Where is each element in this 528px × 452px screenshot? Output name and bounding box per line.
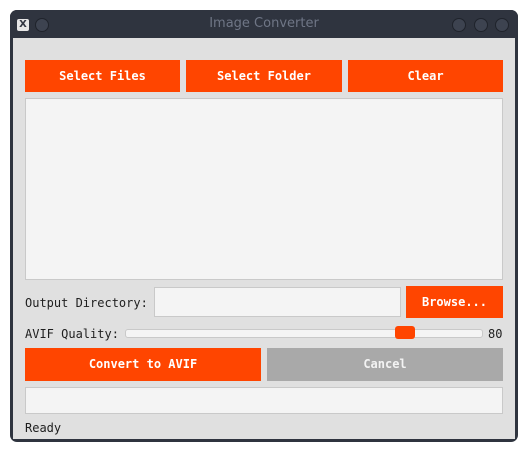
select-files-button[interactable]: Select Files bbox=[25, 60, 180, 92]
maximize-button[interactable] bbox=[474, 18, 488, 32]
output-directory-label: Output Directory: bbox=[25, 296, 148, 310]
quality-slider-handle[interactable] bbox=[395, 326, 416, 339]
cancel-button[interactable]: Cancel bbox=[267, 348, 503, 381]
convert-button[interactable]: Convert to AVIF bbox=[25, 348, 261, 381]
close-button[interactable] bbox=[495, 18, 509, 32]
file-list[interactable] bbox=[25, 98, 503, 280]
quality-value: 80 bbox=[488, 327, 503, 341]
app-window: Image Converter X Select Files Select Fo… bbox=[10, 10, 518, 442]
select-folder-button[interactable]: Select Folder bbox=[186, 60, 342, 92]
main-content: Select Files Select Folder Clear Output … bbox=[13, 38, 515, 439]
window-menu-button[interactable] bbox=[35, 18, 49, 32]
progress-bar bbox=[25, 387, 503, 414]
clear-button[interactable]: Clear bbox=[348, 60, 503, 92]
quality-slider[interactable] bbox=[125, 329, 483, 338]
title-bar[interactable]: Image Converter X bbox=[10, 10, 518, 38]
x-window-icon: X bbox=[17, 19, 29, 31]
window-title: Image Converter bbox=[209, 16, 319, 31]
browse-button[interactable]: Browse... bbox=[406, 286, 503, 318]
minimize-button[interactable] bbox=[452, 18, 466, 32]
output-directory-input[interactable] bbox=[154, 287, 401, 317]
avif-quality-label: AVIF Quality: bbox=[25, 327, 119, 341]
status-text: Ready bbox=[25, 421, 62, 435]
